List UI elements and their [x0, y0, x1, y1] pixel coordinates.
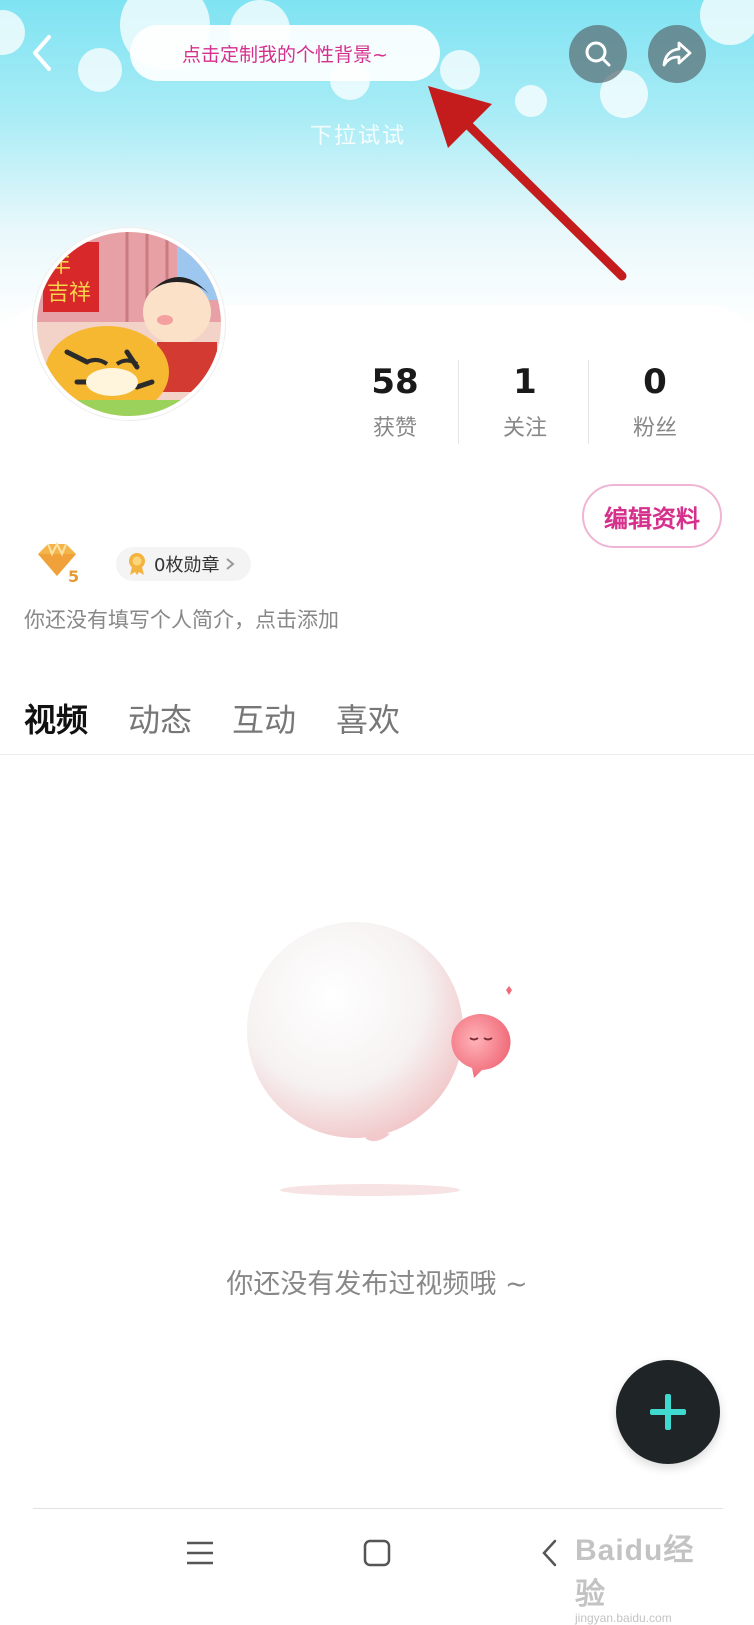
customize-background-tip[interactable]: 点击定制我的个性背景~: [130, 25, 440, 81]
medals-count: 0枚勋章: [154, 555, 220, 576]
empty-state-message: 你还没有发布过视频哦 ~: [226, 1269, 528, 1300]
nav-divider: [33, 1508, 723, 1509]
medal-icon: [129, 553, 145, 575]
medals-pill[interactable]: 0枚勋章: [116, 547, 252, 581]
share-icon: [662, 41, 692, 67]
stat-followers[interactable]: 0 粉丝: [590, 360, 720, 442]
following-label: 关注: [502, 416, 547, 441]
followers-count: 0: [643, 362, 667, 402]
avatar[interactable]: 年 吉祥: [33, 228, 225, 420]
tab-interactions[interactable]: 互动: [232, 695, 296, 741]
nav-menu-button[interactable]: [170, 1528, 230, 1578]
search-button[interactable]: [569, 25, 627, 83]
stat-following[interactable]: 1 关注: [460, 360, 590, 442]
decor-bubble: [440, 50, 480, 90]
tab-videos[interactable]: 视频: [24, 695, 88, 741]
stat-likes[interactable]: 58 获赞: [330, 360, 460, 442]
chevron-right-icon: [226, 558, 236, 570]
chevron-left-icon: [33, 35, 51, 71]
tip-text: 点击定制我的个性背景~: [182, 43, 388, 66]
level-badge[interactable]: 5: [34, 540, 84, 586]
search-icon: [585, 41, 611, 67]
following-count: 1: [513, 362, 537, 402]
empty-state-illustration: [247, 922, 512, 1196]
watermark-url: jingyan.baidu.com: [575, 1611, 672, 1625]
decor-bubble: [700, 0, 754, 45]
svg-text:吉祥: 吉祥: [47, 281, 91, 306]
tabs-divider: [0, 754, 754, 755]
diamond-icon: 5: [38, 541, 79, 586]
edit-profile-button[interactable]: 编辑资料: [582, 484, 722, 548]
decor-bubble: [515, 85, 547, 117]
likes-count: 58: [371, 362, 419, 402]
tab-posts[interactable]: 动态: [128, 695, 192, 741]
nav-home-button[interactable]: [347, 1528, 407, 1578]
decor-bubble: [78, 48, 122, 92]
back-button[interactable]: [22, 28, 62, 78]
menu-icon: [187, 1541, 213, 1565]
nav-back-button[interactable]: [520, 1528, 580, 1578]
home-square-icon: [363, 1539, 391, 1567]
content-tabs: 视频 动态 互动 喜欢: [24, 695, 400, 741]
tab-likes[interactable]: 喜欢: [336, 695, 400, 741]
avatar-illustration: 年 吉祥: [37, 232, 221, 416]
add-video-button[interactable]: [616, 1360, 720, 1464]
followers-label: 粉丝: [632, 416, 677, 441]
bio-placeholder[interactable]: 你还没有填写个人简介，点击添加: [24, 604, 339, 634]
nav-back-icon: [542, 1539, 557, 1567]
baidu-watermark: Baidu经验 jingyan.baidu.com: [575, 1525, 725, 1625]
pull-down-hint: 下拉试试: [310, 124, 407, 149]
level-number: 5: [68, 567, 79, 584]
plus-icon: [650, 1394, 686, 1430]
share-button[interactable]: [648, 25, 706, 83]
stat-divider: [458, 360, 459, 444]
stat-divider: [588, 360, 589, 444]
likes-label: 获赞: [372, 416, 417, 441]
